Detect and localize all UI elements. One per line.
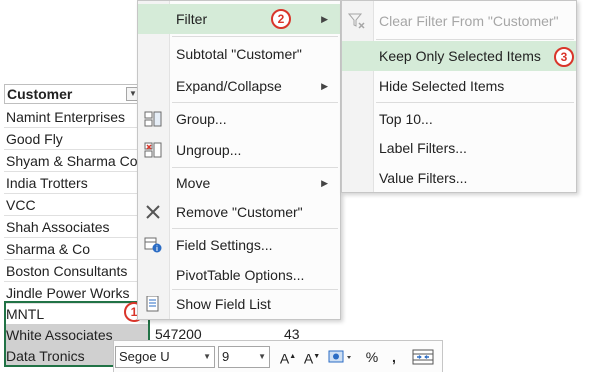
- menu-item-label: Group...: [176, 111, 227, 127]
- submenu-item-label: Clear Filter From "Customer": [379, 13, 559, 29]
- customer-column-header[interactable]: Customer ▼: [4, 84, 142, 104]
- table-row[interactable]: Namint Enterprises: [4, 106, 150, 128]
- percent-label: %: [365, 349, 379, 365]
- menu-separator: [172, 36, 338, 37]
- table-row[interactable]: Sharma & Co: [4, 238, 150, 260]
- svg-text:i: i: [156, 246, 158, 253]
- comma-label: ,: [392, 349, 396, 365]
- menu-separator: [172, 102, 338, 103]
- field-settings-icon: i: [144, 237, 162, 253]
- menu-item-expand-collapse[interactable]: Expand/Collapse ▶: [138, 71, 340, 101]
- percent-style-button[interactable]: %: [362, 346, 382, 368]
- menu-item-field-settings[interactable]: i Field Settings...: [138, 230, 340, 260]
- menu-item-label: Ungroup...: [176, 142, 242, 158]
- submenu-item-clear-filter[interactable]: Clear Filter From "Customer": [342, 6, 576, 36]
- mini-formatting-toolbar: Segoe U ▼ 9 ▼ A▲ A▼ % ,: [113, 340, 443, 372]
- menu-item-pivottable-options[interactable]: PivotTable Options...: [138, 260, 340, 290]
- menu-item-label: Expand/Collapse: [176, 78, 282, 94]
- menu-item-label: PivotTable Options...: [176, 267, 305, 283]
- submenu-item-label: Value Filters...: [379, 170, 468, 186]
- menu-separator: [376, 39, 574, 40]
- accounting-format-icon: [328, 350, 351, 363]
- menu-item-label: Field Settings...: [176, 237, 273, 253]
- menu-item-remove[interactable]: Remove "Customer": [138, 197, 340, 227]
- increase-font-size-button[interactable]: A▲: [278, 346, 298, 368]
- menu-item-label: Subtotal "Customer": [176, 46, 302, 62]
- chevron-down-icon: ▼: [258, 352, 266, 361]
- table-row[interactable]: VCC: [4, 194, 150, 216]
- font-name-dropdown[interactable]: Segoe U ▼: [115, 346, 215, 368]
- grow-font-label: A: [279, 350, 290, 367]
- menu-item-show-field-list[interactable]: Show Field List: [138, 289, 340, 319]
- menu-item-label: Remove "Customer": [176, 204, 303, 220]
- menu-item-subtotal[interactable]: Subtotal "Customer": [138, 39, 340, 69]
- submenu-item-label: Hide Selected Items: [379, 78, 505, 94]
- table-row[interactable]: Shyam & Sharma Co: [4, 150, 150, 172]
- context-menu: Filter ▶ 2 Subtotal "Customer" Expand/Co…: [137, 0, 341, 320]
- submenu-item-label-filters[interactable]: Label Filters...: [342, 133, 576, 163]
- step-badge-2: 2: [271, 9, 291, 29]
- accounting-format-button[interactable]: [326, 346, 356, 368]
- font-size-dropdown[interactable]: 9 ▼: [218, 346, 270, 368]
- submenu-arrow-icon: ▶: [321, 81, 328, 91]
- font-name-value: Segoe U: [119, 349, 170, 364]
- menu-item-label: Show Field List: [176, 296, 271, 312]
- submenu-arrow-icon: ▶: [321, 178, 328, 188]
- submenu-arrow-icon: ▶: [321, 14, 328, 24]
- table-row[interactable]: Shah Associates: [4, 216, 150, 238]
- menu-item-group[interactable]: Group...: [138, 104, 340, 134]
- group-icon: [144, 111, 162, 127]
- table-row[interactable]: Boston Consultants: [4, 260, 150, 282]
- table-row[interactable]: Jindle Power Works: [4, 282, 150, 304]
- menu-item-filter[interactable]: Filter ▶: [138, 4, 340, 34]
- chevron-down-icon: ▼: [203, 352, 211, 361]
- menu-item-ungroup[interactable]: Ungroup...: [138, 135, 340, 165]
- submenu-item-label: Keep Only Selected Items: [379, 48, 541, 64]
- menu-separator: [376, 102, 574, 103]
- field-list-icon: [146, 296, 159, 312]
- step-badge-3: 3: [554, 47, 574, 67]
- submenu-item-label: Top 10...: [379, 111, 433, 127]
- table-row[interactable]: India Trotters: [4, 172, 150, 194]
- submenu-item-top-10[interactable]: Top 10...: [342, 104, 576, 134]
- menu-item-label: Filter: [176, 11, 208, 27]
- merge-center-icon: [412, 349, 434, 365]
- comma-style-button[interactable]: ,: [386, 346, 402, 368]
- submenu-item-hide-selected[interactable]: Hide Selected Items: [342, 71, 576, 101]
- menu-item-label: Move: [176, 175, 211, 191]
- ungroup-icon: [144, 142, 162, 158]
- merge-center-button[interactable]: [410, 346, 436, 368]
- menu-item-move[interactable]: Move ▶: [138, 168, 340, 198]
- column-header-label: Customer: [7, 86, 73, 102]
- submenu-item-value-filters[interactable]: Value Filters...: [342, 163, 576, 193]
- shrink-font-label: A: [303, 350, 314, 367]
- clear-filter-icon: [348, 13, 365, 29]
- decrease-font-size-button[interactable]: A▼: [302, 346, 322, 368]
- table-row[interactable]: Good Fly: [4, 128, 150, 150]
- submenu-item-keep-only-selected[interactable]: Keep Only Selected Items: [342, 41, 576, 71]
- submenu-item-label: Label Filters...: [379, 140, 467, 156]
- filter-submenu: Clear Filter From "Customer" Keep Only S…: [341, 0, 577, 193]
- font-size-value: 9: [222, 349, 230, 364]
- close-icon: [146, 205, 160, 219]
- menu-separator: [172, 228, 338, 229]
